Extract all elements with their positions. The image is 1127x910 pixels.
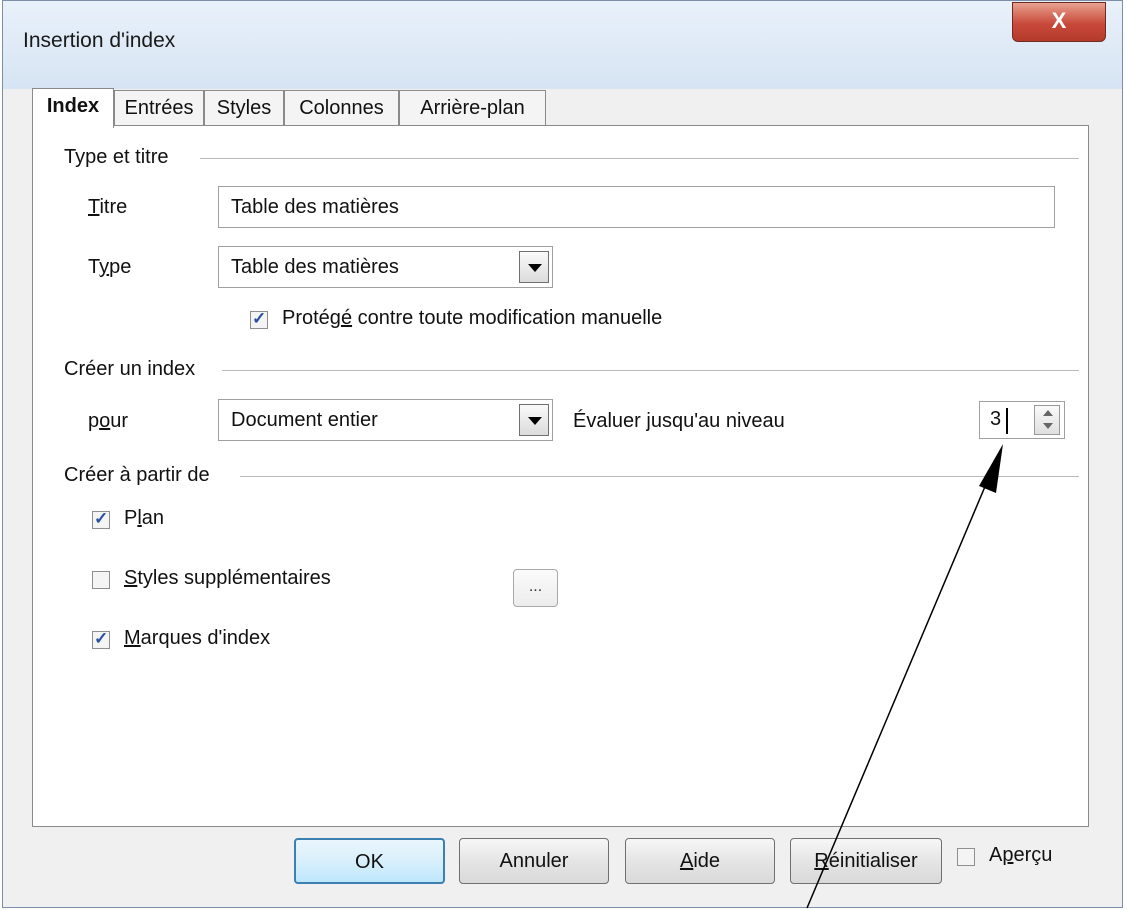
tab-index[interactable]: Index: [32, 88, 114, 128]
annotation-arrow: [806, 444, 1003, 909]
